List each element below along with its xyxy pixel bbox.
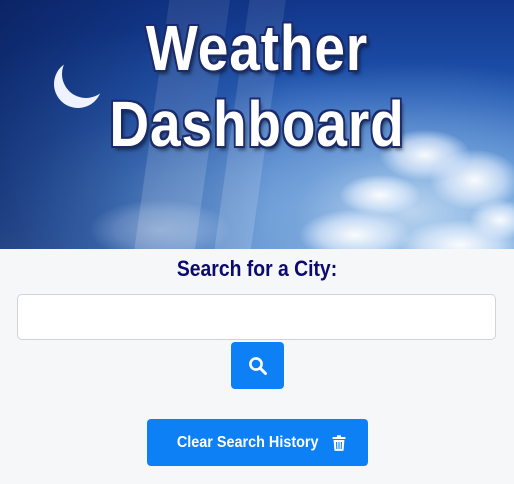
cloud bbox=[400, 220, 514, 249]
cloud bbox=[340, 175, 420, 215]
search-label: Search for a City: bbox=[176, 256, 338, 281]
cloud bbox=[90, 200, 230, 249]
header-banner: Weather Dashboard bbox=[0, 0, 514, 249]
search-icon bbox=[248, 356, 267, 375]
clear-history-button[interactable]: Clear Search History bbox=[147, 419, 368, 466]
cloud bbox=[300, 210, 410, 249]
title-line-1: Weather bbox=[145, 12, 369, 84]
title-line-2: Dashboard bbox=[109, 88, 405, 160]
page-title: Weather Dashboard bbox=[36, 10, 478, 162]
search-button[interactable] bbox=[231, 342, 284, 389]
clear-history-label: Clear Search History bbox=[177, 433, 319, 451]
trash-icon bbox=[332, 434, 346, 451]
city-search-input[interactable] bbox=[17, 294, 496, 340]
